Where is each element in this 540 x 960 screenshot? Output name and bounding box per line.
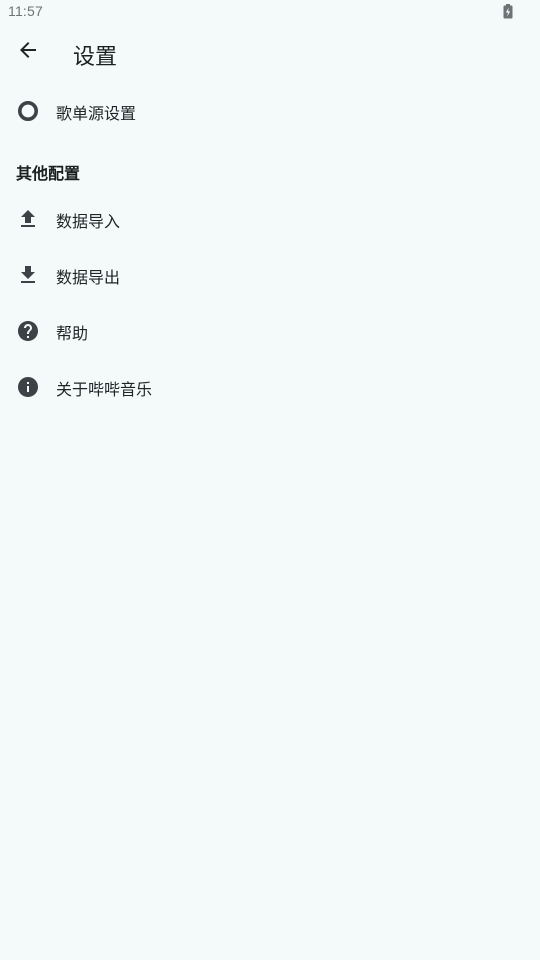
status-bar: 11:57	[0, 0, 540, 24]
app-bar: 设置	[0, 24, 540, 84]
data-import-item[interactable]: 数据导入	[0, 191, 540, 247]
arrow-back-icon	[16, 38, 40, 66]
item-label: 关于哔哔音乐	[56, 380, 153, 399]
item-label: 帮助	[56, 324, 89, 343]
help-item[interactable]: 帮助	[0, 303, 540, 359]
playlist-source-settings-item[interactable]: 歌单源设置	[0, 83, 540, 139]
about-item[interactable]: 关于哔哔音乐	[0, 359, 540, 415]
data-export-item[interactable]: 数据导出	[0, 247, 540, 303]
back-button[interactable]	[8, 32, 48, 72]
section-header-other-config: 其他配置	[16, 164, 81, 183]
item-label: 数据导入	[56, 212, 121, 231]
info-circle-icon	[16, 375, 40, 399]
download-icon	[16, 263, 40, 287]
battery-charging-icon	[503, 4, 513, 19]
help-circle-icon	[16, 319, 40, 343]
radio-ring-icon	[16, 99, 40, 123]
item-label: 歌单源设置	[56, 104, 137, 123]
upload-icon	[16, 207, 40, 231]
status-time: 11:57	[8, 3, 43, 19]
page-title: 设置	[73, 45, 118, 70]
item-label: 数据导出	[56, 268, 121, 287]
